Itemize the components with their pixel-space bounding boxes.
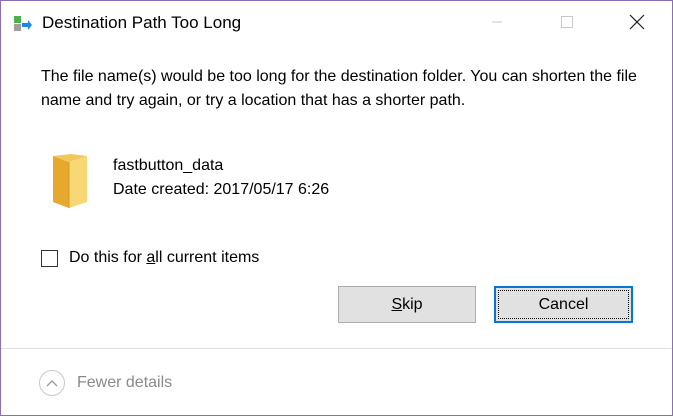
maximize-icon [560, 15, 574, 34]
apply-to-all-checkbox[interactable] [41, 249, 58, 267]
apply-to-all-label[interactable]: Do this for all current items [69, 249, 259, 267]
close-icon [629, 14, 645, 35]
cancel-button[interactable]: Cancel [494, 286, 633, 323]
minimize-icon [491, 15, 503, 33]
window-title: Destination Path Too Long [42, 13, 242, 32]
cancel-button-label: Cancel [538, 295, 589, 313]
title-bar[interactable]: Destination Path Too Long [1, 1, 672, 47]
dialog-window: Destination Path Too Long The file name(… [0, 0, 673, 416]
apply-to-all-row[interactable]: Do this for all current items [41, 247, 259, 269]
skip-button[interactable]: Skip [338, 286, 476, 323]
file-date-created: Date created: 2017/05/17 6:26 [113, 181, 330, 198]
folder-icon [49, 152, 91, 210]
divider [1, 348, 672, 349]
fewer-details-toggle[interactable]: Fewer details [39, 369, 172, 397]
file-name: fastbutton_data [113, 157, 224, 174]
close-button[interactable] [614, 1, 660, 47]
fewer-details-label: Fewer details [77, 374, 173, 391]
skip-button-label: Skip [391, 295, 423, 313]
move-files-icon [13, 14, 33, 34]
error-message: The file name(s) would be too long for t… [41, 68, 637, 109]
chevron-up-icon [39, 370, 65, 396]
minimize-button[interactable] [474, 1, 520, 47]
maximize-button[interactable] [544, 1, 590, 47]
